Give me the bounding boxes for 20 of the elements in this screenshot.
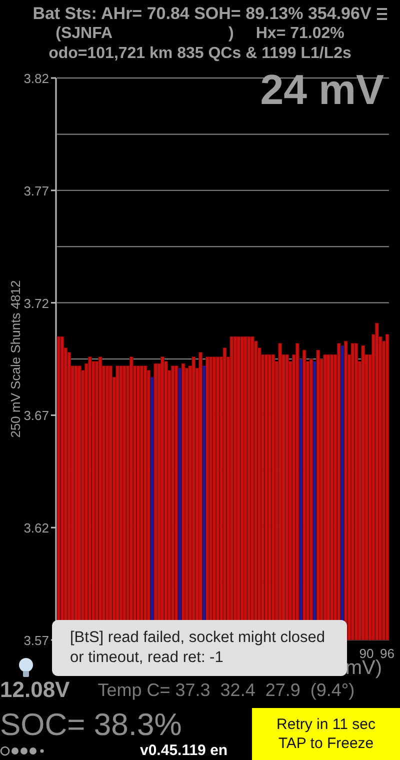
vin-text: ) <box>228 24 234 44</box>
odometer-text: odo=101,721 km 835 QCs & 1199 L1/L2s <box>48 45 352 62</box>
temperature-text: Temp C= 37.3 32.4 27.9 (9.4°) <box>98 680 355 700</box>
aux-voltage-text: 12.08V <box>0 677 70 703</box>
hx-text: Hx= 71.02% <box>256 24 344 44</box>
vin-text: (SJNFA <box>56 24 113 44</box>
y-tick-label: 3.62 <box>24 520 49 536</box>
version-text: v0.45.119 en <box>140 742 228 759</box>
y-tick-label: 3.77 <box>24 183 49 198</box>
y-tick-label: 3.72 <box>24 296 49 311</box>
battery-status-text: Bat Sts: AHr= 70.84 SOH= 89.13% 354.96V <box>32 4 372 24</box>
spread-value: 24 mV <box>260 66 384 114</box>
y-tick-label: 3.57 <box>24 633 49 648</box>
y-tick-label: 3.67 <box>24 408 49 424</box>
soc-text: SOC= 38.3% <box>0 708 183 742</box>
y-axis-label: 250 mV Scale Shunts 4812 <box>8 280 23 438</box>
error-toast: [BtS] read failed, socket might closed or timeout, read ret: -1 <box>52 620 347 676</box>
y-tick-label: 3.82 <box>24 71 49 86</box>
x-tick-label: 96 <box>380 646 394 660</box>
retry-button[interactable]: Retry in 11 sec TAP to Freeze <box>252 708 400 760</box>
